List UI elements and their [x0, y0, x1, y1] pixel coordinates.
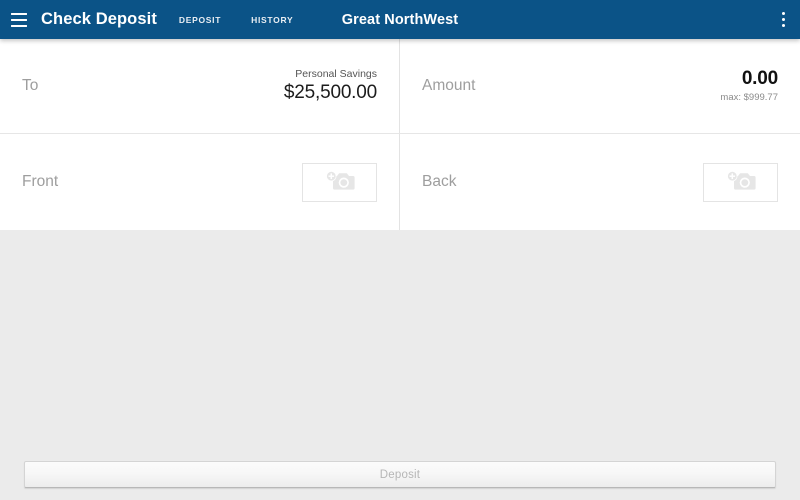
add-photo-camera-icon	[726, 171, 756, 190]
to-label: To	[22, 77, 39, 94]
content-area	[0, 230, 800, 500]
amount-max-note: max: $999.77	[720, 92, 778, 103]
front-label: Front	[22, 173, 59, 190]
to-account-name: Personal Savings	[295, 68, 377, 80]
amount-value[interactable]: 0.00	[742, 68, 778, 90]
deposit-button[interactable]: Deposit	[24, 461, 776, 488]
more-vertical-icon[interactable]	[766, 0, 800, 39]
field-row-to[interactable]: To Personal Savings $25,500.00	[0, 39, 400, 134]
hamburger-line	[11, 12, 27, 15]
overflow-dot	[781, 24, 785, 27]
check-deposit-screen: Check Deposit DEPOSIT HISTORY Great Nort…	[0, 0, 800, 500]
hamburger-menu-icon[interactable]	[0, 0, 38, 39]
tab-deposit[interactable]: DEPOSIT	[173, 15, 227, 25]
field-row-back: Back	[400, 134, 800, 230]
deposit-form-grid: To Personal Savings $25,500.00 Amount 0.…	[0, 39, 800, 230]
front-capture-button[interactable]	[302, 162, 377, 202]
tab-history[interactable]: HISTORY	[245, 15, 299, 25]
overflow-dot	[781, 12, 785, 15]
page-title: Check Deposit	[41, 10, 157, 28]
tab-bar: DEPOSIT HISTORY	[173, 0, 317, 39]
hamburger-line	[11, 18, 27, 21]
deposit-button-label: Deposit	[379, 468, 421, 481]
field-row-front: Front	[0, 134, 400, 230]
overflow-dot	[781, 18, 785, 21]
app-bar-left-group: Check Deposit DEPOSIT HISTORY	[0, 0, 317, 39]
back-label: Back	[422, 173, 457, 190]
field-row-amount[interactable]: Amount 0.00 max: $999.77	[400, 39, 800, 134]
to-account-balance: $25,500.00	[283, 82, 377, 103]
amount-label: Amount	[422, 77, 476, 94]
app-bar: Check Deposit DEPOSIT HISTORY Great Nort…	[0, 0, 800, 39]
amount-value-group: 0.00 max: $999.77	[720, 68, 778, 104]
hamburger-line	[11, 24, 27, 27]
back-capture-button[interactable]	[703, 162, 778, 202]
deposit-form-card: To Personal Savings $25,500.00 Amount 0.…	[0, 39, 800, 230]
to-value-group: Personal Savings $25,500.00	[284, 68, 377, 104]
bank-name: Great NorthWest	[341, 11, 459, 28]
add-photo-camera-icon	[325, 171, 355, 190]
